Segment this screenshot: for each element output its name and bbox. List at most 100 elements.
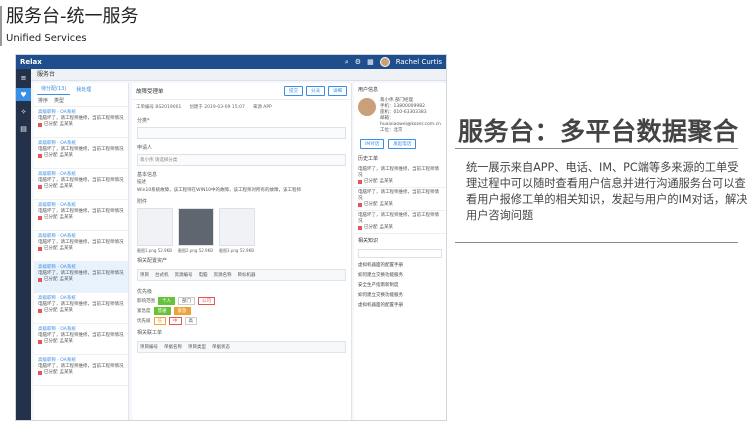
- settings-icon[interactable]: ⚙: [355, 58, 361, 66]
- history-user: 孟某某: [379, 202, 394, 207]
- status-dot-icon: [38, 123, 42, 127]
- list-item[interactable]: 高级职称 · OA系统 电脑坏了，请工程师维修，当前工程师情况 已分配 孟某某: [34, 231, 128, 262]
- ticket-source: 来源 APP: [252, 105, 272, 110]
- applicant-field[interactable]: 蒋小伟 请选择分类: [137, 154, 346, 166]
- kb-item[interactable]: 如何建立交换功能服务: [354, 270, 446, 280]
- ticket-user: 孟某某: [59, 153, 74, 158]
- status-dot-icon: [358, 226, 362, 230]
- ticket-list: 待分配(13) 我处理 排序 类型 高级职称 · OA系统 电脑坏了，请工程师维修…: [34, 83, 129, 420]
- ticket-status-row: 已分配 孟某某: [38, 153, 124, 159]
- history-status-row: 已分配 孟某某: [358, 225, 442, 231]
- attachment-thumb[interactable]: [219, 208, 255, 246]
- user-role: 部门经理: [394, 98, 413, 103]
- tab-mine[interactable]: 我处理: [72, 84, 95, 95]
- document-icon[interactable]: ▤: [16, 122, 31, 135]
- menu-icon[interactable]: ≡: [16, 71, 31, 84]
- list-item[interactable]: 高级职称 · OA系统 电脑坏了，请工程师维修，当前工程师情况 已分配 孟某某: [34, 138, 128, 169]
- list-item[interactable]: 高级职称 · OA系统 电脑坏了，请工程师维修，当前工程师情况 已分配 孟某某: [34, 107, 128, 138]
- gear-icon[interactable]: ✧: [16, 105, 31, 118]
- ticket-user: 孟某某: [59, 122, 74, 127]
- history-section-title: 历史工单: [358, 156, 379, 162]
- list-item[interactable]: 高级职称 · OA系统 电脑坏了，请工程师维修，当前工程师情况 已分配 孟某某: [34, 262, 128, 293]
- ticket-status: 已分配: [44, 246, 58, 251]
- divider-bottom: [455, 242, 738, 243]
- table-cell: 目标机器: [237, 273, 256, 278]
- priority-pill[interactable]: 公司: [198, 297, 215, 305]
- kb-item[interactable]: 虚拟机器面的配置手册: [354, 260, 446, 270]
- category-field[interactable]: [137, 127, 346, 139]
- history-status: 已分配: [364, 225, 378, 230]
- ticket-status-row: 已分配 孟某某: [38, 122, 124, 128]
- history-user: 孟某某: [379, 179, 394, 184]
- priority-pill[interactable]: 普通: [153, 307, 171, 315]
- assign-button[interactable]: 分派: [306, 86, 325, 96]
- attachment-thumb[interactable]: [178, 208, 214, 246]
- list-item[interactable]: 高级职称 · OA系统 电脑坏了，请工程师维修，当前工程师情况 已分配 孟某某: [34, 355, 128, 386]
- kb-section-title: 相关知识: [358, 238, 379, 244]
- ticket-status: 已分配: [44, 339, 58, 344]
- history-user: 孟某某: [379, 225, 394, 230]
- ticket-status-row: 已分配 孟某某: [38, 370, 124, 376]
- table-cell: 项目类型: [188, 345, 206, 350]
- history-item[interactable]: 电脑坏了，请工程师维修，当前工程师情况 已分配 孟某某: [354, 165, 446, 188]
- grid-icon[interactable]: ▦: [367, 58, 374, 66]
- kb-item[interactable]: 虚拟机器面的配置手册: [354, 300, 446, 310]
- history-status-row: 已分配 孟某某: [358, 202, 442, 208]
- title-accent-bar: [0, 6, 2, 46]
- kb-search-input[interactable]: [358, 249, 442, 258]
- history-item[interactable]: 电脑坏了，请工程师维修，当前工程师情况 已分配 孟某某: [354, 188, 446, 211]
- priority-row-label: 影响范围: [137, 299, 155, 304]
- table-cell: 电脑: [198, 273, 208, 278]
- priority-pill[interactable]: 紧急: [173, 307, 191, 315]
- ticket-status-row: 已分配 孟某某: [38, 308, 124, 314]
- search-icon[interactable]: ⌕: [345, 58, 349, 67]
- ticket-user: 孟某某: [59, 277, 74, 282]
- nav-rail: ≡ ♥ ✧ ▤: [16, 69, 31, 420]
- status-dot-icon: [38, 185, 42, 189]
- info-side-panel: 用户信息 蒋小伟 部门经理 手机：13800009982 座机：010-6330…: [354, 83, 446, 420]
- history-item[interactable]: 电脑坏了，请工程师维修，当前工程师情况 已分配 孟某某: [354, 211, 446, 234]
- sort-filter[interactable]: 排序: [38, 97, 48, 104]
- priority-row-label: 优先级: [137, 319, 151, 324]
- related-tickets-table: 项目编号 单据名称 项目类型 单据状态: [137, 341, 346, 353]
- list-item[interactable]: 高级职称 · OA系统 电脑坏了，请工程师维修，当前工程师情况 已分配 孟某某: [34, 293, 128, 324]
- ticket-status: 已分配: [44, 308, 58, 313]
- ticket-status-row: 已分配 孟某某: [38, 215, 124, 221]
- kb-item[interactable]: 安全生产指南新制度: [354, 280, 446, 290]
- user-avatar: [358, 98, 376, 116]
- ticket-status: 已分配: [44, 184, 58, 189]
- kb-item[interactable]: 如何建立交换功能服务: [354, 290, 446, 300]
- avatar[interactable]: [379, 57, 390, 67]
- list-item[interactable]: 高级职称 · OA系统 电脑坏了，请工程师维修，当前工程师情况 已分配 孟某某: [34, 169, 128, 200]
- status-dot-icon: [38, 371, 42, 375]
- priority-pill[interactable]: 高: [184, 317, 197, 325]
- call-button[interactable]: 发起电话: [388, 139, 417, 149]
- priority-pill[interactable]: 中: [169, 317, 182, 325]
- list-item[interactable]: 高级职称 · OA系统 电脑坏了，请工程师维修，当前工程师情况 已分配 孟某某: [34, 324, 128, 355]
- ticket-user: 孟某某: [59, 308, 74, 313]
- priority-row: 紧急度 普通 紧急: [132, 306, 351, 316]
- type-filter[interactable]: 类型: [54, 97, 64, 104]
- ticket-user: 孟某某: [59, 246, 74, 251]
- ticket-status: 已分配: [44, 215, 58, 220]
- user-name[interactable]: Rachel Curtis: [396, 58, 442, 66]
- im-chat-button[interactable]: IM对话: [360, 139, 385, 149]
- slide-title: 服务台-统一服务: [6, 6, 139, 27]
- priority-pill[interactable]: 个人: [158, 297, 175, 305]
- priority-pill[interactable]: 低: [153, 317, 166, 325]
- tab-pending[interactable]: 待分配(13): [37, 83, 71, 95]
- detail-button[interactable]: 详细: [328, 86, 347, 96]
- history-status: 已分配: [364, 179, 378, 184]
- list-item[interactable]: 高级职称 · OA系统 电脑坏了，请工程师维修，当前工程师情况 已分配 孟某某: [34, 200, 128, 231]
- user-email: 邮箱：huaixiaowei@kozer.com.cn: [380, 116, 441, 127]
- submit-button[interactable]: 提交: [284, 86, 303, 96]
- divider-top: [455, 148, 738, 149]
- status-dot-icon: [38, 340, 42, 344]
- ticket-user: 孟某某: [59, 339, 74, 344]
- priority-pill[interactable]: 部门: [178, 297, 195, 305]
- heart-icon[interactable]: ♥: [16, 88, 31, 101]
- attachment-caption: 截图2.png 52.9KB: [178, 248, 213, 253]
- attachment-thumb[interactable]: [137, 208, 173, 246]
- feature-headline: 服务台：多平台数据聚合: [458, 117, 739, 146]
- description-label: 描述: [137, 180, 146, 185]
